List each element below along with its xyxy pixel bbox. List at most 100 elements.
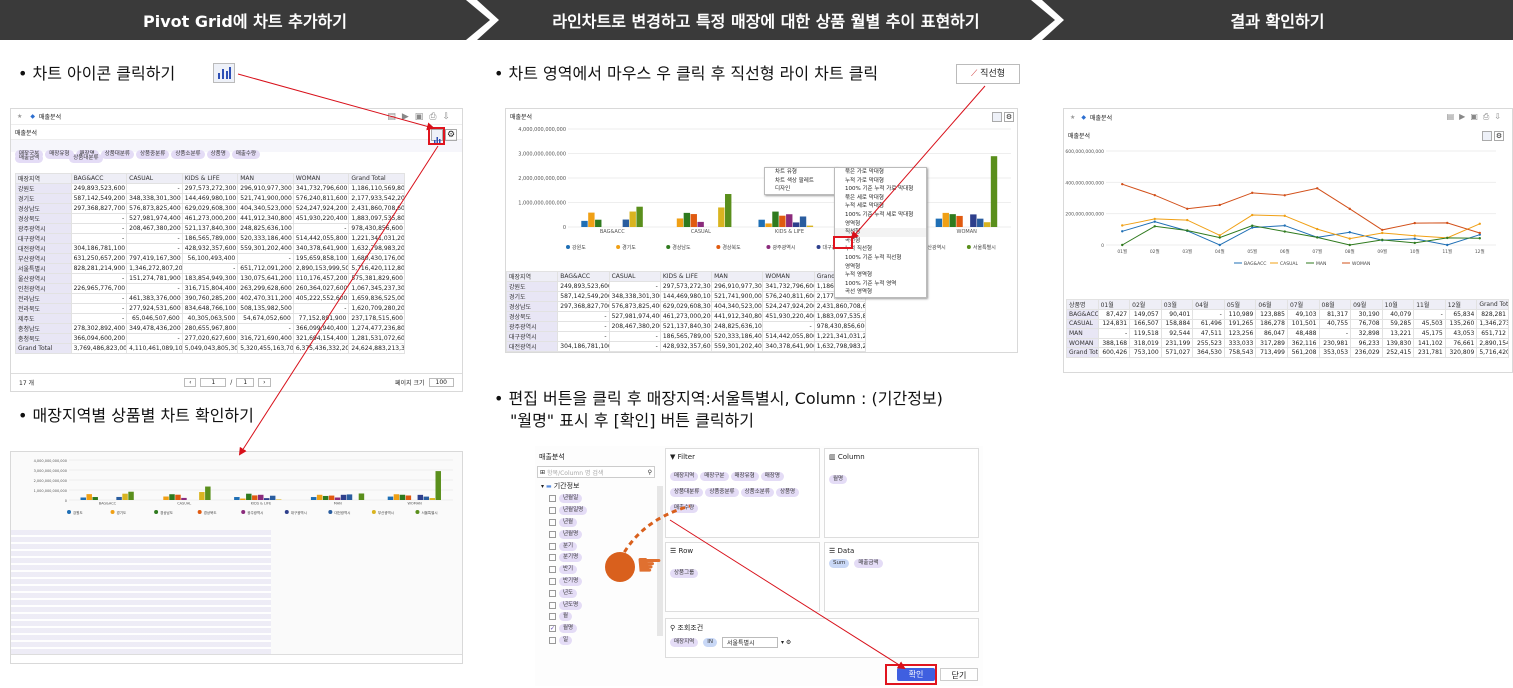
grid-header-cell[interactable]: CASUAL: [608, 271, 661, 282]
condition-dropdown-icon[interactable]: ▾ ⚙: [781, 639, 791, 646]
editor-filter-chip[interactable]: 상품명: [775, 488, 800, 497]
filter-chip[interactable]: 매출수량: [231, 150, 261, 159]
grid-header-cell[interactable]: 12월: [1444, 299, 1478, 310]
editor-filter-chip[interactable]: 상품대분류: [670, 488, 704, 497]
tree-checkbox[interactable]: [549, 495, 556, 503]
grid-header-cell[interactable]: KIDS & LIFE: [659, 271, 713, 282]
chart-toggle-button[interactable]: [1482, 131, 1492, 141]
tree-root[interactable]: ▾ ▬ 기간정보: [541, 481, 579, 491]
tree-item[interactable]: 년도명: [549, 599, 654, 611]
grid-header-cell[interactable]: 01월: [1097, 299, 1131, 310]
pager-next[interactable]: ›: [258, 378, 271, 387]
grid-header-cell[interactable]: WOMAN: [762, 271, 815, 282]
aggregate-select[interactable]: Sum: [829, 559, 850, 568]
grid-header-cell[interactable]: Grand Total: [1476, 299, 1509, 310]
editor-filter-chip[interactable]: 매장명: [760, 472, 784, 481]
settings-gear-icon[interactable]: ⚙: [445, 129, 457, 141]
page-size-input[interactable]: 100: [428, 378, 454, 387]
grid-header-cell[interactable]: 09월: [1350, 299, 1383, 310]
editor-filter-chip[interactable]: 상품중분류: [705, 488, 739, 497]
tree-checkbox[interactable]: [549, 577, 556, 585]
tree-item[interactable]: 년월일명: [549, 505, 654, 517]
pager[interactable]: ‹ 1 / 1 ›: [184, 378, 271, 387]
grid-header-cell[interactable]: 03월: [1160, 299, 1194, 310]
editor-filter-chip[interactable]: 상품소분류: [740, 488, 774, 497]
bar-chart-main[interactable]: 4,000,000,000,000 3,000,000,000,000 2,000,…: [506, 123, 1018, 251]
chart-type-submenu[interactable]: 묶은 가로 막대형 누적 가로 막대형 100% 기준 누적 가로 막대형 묶은 세로…: [834, 167, 927, 298]
row-chip-product-group[interactable]: 상품그룹: [670, 569, 699, 578]
grid-header-cell[interactable]: 11월: [1413, 299, 1446, 310]
row-zone[interactable]: ☰ Row 상품그룹: [665, 542, 820, 612]
grid-header-cell[interactable]: 05월: [1223, 299, 1257, 310]
grid-header-cell[interactable]: WOMAN: [292, 173, 350, 184]
pager-prev[interactable]: ‹: [184, 378, 197, 387]
editor-filter-chip[interactable]: 매출수량: [670, 504, 699, 513]
chart-type-option[interactable]: 누적 영역형: [835, 271, 926, 280]
tree-item[interactable]: ✓ 월명: [549, 623, 654, 635]
tree-checkbox[interactable]: ✓: [549, 625, 556, 633]
close-button[interactable]: 닫기: [940, 668, 978, 681]
chart-type-option[interactable]: 누적 세로 막대형: [835, 202, 926, 211]
context-menu-item[interactable]: 차트 색상 팔레트: [765, 177, 837, 186]
grid-header-cell[interactable]: CASUAL: [126, 173, 183, 184]
grid-header-cell[interactable]: 매장지역: [506, 271, 559, 282]
chart-type-option[interactable]: 영역형: [835, 220, 926, 229]
editor-filter-chip[interactable]: 매장유형: [730, 472, 759, 481]
tree-checkbox[interactable]: [549, 601, 556, 609]
chart-type-option[interactable]: 100% 기준 누적 가로 막대형: [835, 185, 926, 194]
chart-type-option[interactable]: 묶은 세로 막대형: [835, 194, 926, 203]
filter-chip[interactable]: 상품명: [206, 150, 230, 159]
line-chart-result[interactable]: 600,000,000,000 400,000,000,000 200,000,00…: [1064, 145, 1509, 270]
tree-item[interactable]: 월: [549, 611, 654, 623]
grid-header-cell[interactable]: Grand Total: [348, 173, 405, 184]
grid-header-cell[interactable]: 매장지역: [15, 173, 72, 184]
column-zone[interactable]: ▥ Column 월명: [824, 448, 979, 538]
column-chip[interactable]: 상품대분류: [69, 154, 103, 163]
grid-header-cell[interactable]: BAG&ACC: [70, 173, 128, 184]
editor-filter-chip[interactable]: 매장구분: [700, 472, 729, 481]
grid-header-cell[interactable]: 07월: [1286, 299, 1320, 310]
grid-header-cell[interactable]: 10월: [1381, 299, 1415, 310]
tree-checkbox[interactable]: [549, 613, 556, 621]
grid-header-cell[interactable]: MAN: [237, 173, 294, 184]
data-chip-sales[interactable]: 매출금액: [854, 559, 883, 568]
grid-header-cell[interactable]: BAG&ACC: [557, 271, 610, 282]
settings-gear-icon[interactable]: ⚙: [1004, 112, 1014, 122]
context-menu-item[interactable]: 차트 유형: [765, 168, 837, 177]
tree-checkbox[interactable]: [549, 589, 556, 597]
tree-checkbox[interactable]: [549, 530, 556, 538]
tree-checkbox[interactable]: [549, 542, 556, 550]
filter-chip[interactable]: 상품대분류: [100, 150, 134, 159]
tree-checkbox[interactable]: [549, 518, 556, 526]
grid-header-cell[interactable]: 08월: [1318, 299, 1352, 310]
settings-gear-icon[interactable]: ⚙: [1494, 131, 1504, 141]
grid-header-cell[interactable]: KIDS & LIFE: [181, 173, 239, 184]
toolbar-icons[interactable]: ▤▶▣⎙⇩: [1447, 112, 1506, 122]
search-icon[interactable]: ⚲: [648, 469, 654, 476]
star-icon[interactable]: ★: [17, 113, 22, 120]
column-chip-month[interactable]: 월명: [829, 475, 848, 484]
pager-current[interactable]: 1: [200, 378, 227, 387]
condition-value-input[interactable]: 서울특별시: [722, 637, 778, 648]
tree-item[interactable]: 일: [549, 635, 654, 647]
filter-zone[interactable]: ▼ Filter 매장지역 매장구분 매장유형 매장명상품대분류 상품중분류 상품소분류 상…: [665, 448, 820, 538]
value-chip[interactable]: 매출금액: [15, 154, 44, 163]
expand-icon[interactable]: ⊞: [538, 469, 547, 476]
tree-checkbox[interactable]: [549, 554, 556, 562]
condition-operator[interactable]: IN: [703, 638, 717, 647]
chart-toggle-button[interactable]: [992, 112, 1002, 122]
tree-checkbox[interactable]: [549, 636, 556, 644]
tree-item[interactable]: 년월: [549, 517, 654, 529]
tree-item[interactable]: 년도: [549, 587, 654, 599]
grid-header-cell[interactable]: 06월: [1255, 299, 1288, 310]
tree-checkbox[interactable]: [549, 507, 556, 515]
context-menu[interactable]: 차트 유형 차트 색상 팔레트 디자인: [764, 167, 838, 195]
editor-filter-chip[interactable]: 매장지역: [670, 472, 699, 481]
grid-header-cell[interactable]: 04월: [1192, 299, 1225, 310]
chart-type-option[interactable]: 곡선 영역형: [835, 288, 926, 297]
toolbar-icons[interactable]: ▤▶▣⎙⇩: [387, 112, 456, 122]
grid-header-cell[interactable]: MAN: [711, 271, 764, 282]
grid-header-cell[interactable]: 상품명: [1066, 299, 1099, 310]
chart-type-option[interactable]: 100% 기준 누적 영역: [835, 280, 926, 289]
chart-type-option[interactable]: 묶은 가로 막대형: [835, 168, 926, 177]
